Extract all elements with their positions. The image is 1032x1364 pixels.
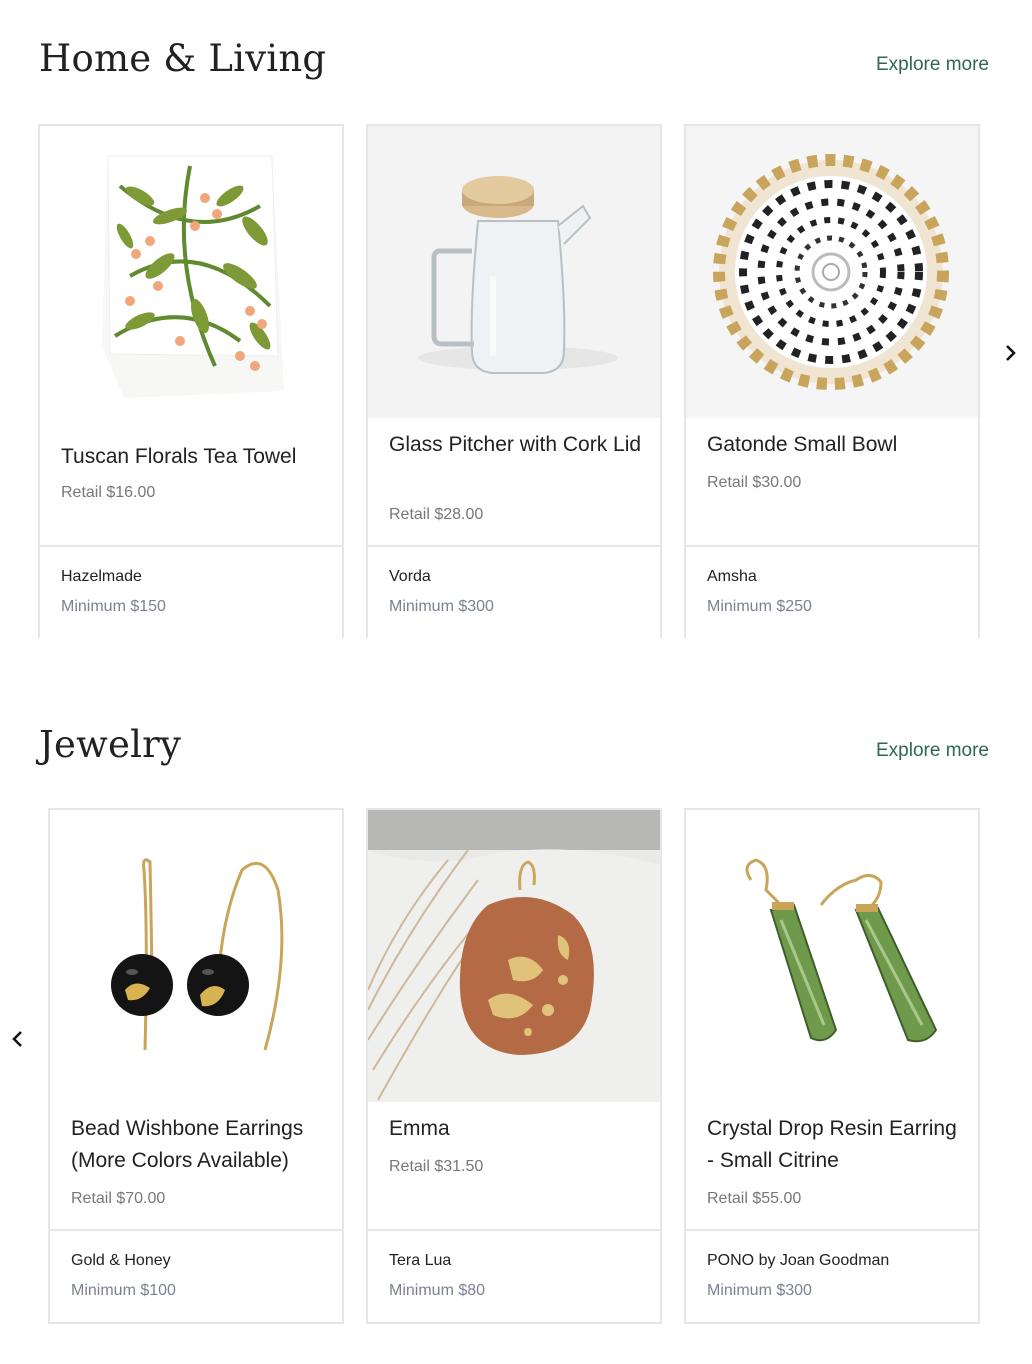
brand-minimum: Minimum $300 (707, 1282, 812, 1299)
product-retail-price: Retail $28.00 (389, 506, 484, 523)
explore-more-home-living-link[interactable]: Explore more (876, 54, 989, 76)
product-card-emma[interactable]: Emma Retail $31.50 Tera Lua Minimum $80 (366, 808, 662, 1324)
product-image-tea-towel[interactable] (40, 126, 342, 426)
brand-minimum: Minimum $100 (71, 1282, 176, 1299)
brand-minimum: Minimum $150 (61, 598, 166, 615)
card-divider (50, 1229, 342, 1231)
chevron-left-icon (12, 1031, 22, 1047)
product-name[interactable]: Tuscan Florals Tea Towel (61, 441, 324, 473)
product-card-small-bowl[interactable]: Gatonde Small Bowl Retail $30.00 Amsha M… (684, 124, 980, 638)
product-card-wishbone-earrings[interactable]: Bead Wishbone Earrings (More Colors Avai… (48, 808, 344, 1324)
product-card-tea-towel[interactable]: Tuscan Florals Tea Towel Retail $16.00 H… (38, 124, 344, 638)
brand-name[interactable]: Hazelmade (61, 568, 142, 586)
product-name[interactable]: Gatonde Small Bowl (707, 429, 960, 461)
product-retail-price: Retail $16.00 (61, 484, 156, 501)
product-name[interactable]: Bead Wishbone Earrings (More Colors Avai… (71, 1113, 324, 1177)
glass-pitcher-image (368, 126, 660, 418)
product-retail-price: Retail $30.00 (707, 474, 802, 491)
card-divider (368, 1229, 660, 1231)
card-divider (40, 545, 342, 547)
carousel-prev-button[interactable] (5, 1027, 29, 1051)
card-divider (686, 545, 978, 547)
brand-minimum: Minimum $80 (389, 1282, 486, 1299)
product-image-crystal-drop[interactable] (686, 810, 978, 1102)
product-retail-price: Retail $70.00 (71, 1190, 166, 1207)
brand-minimum: Minimum $300 (389, 598, 494, 615)
brand-name[interactable]: Amsha (707, 568, 757, 586)
product-image-emma[interactable] (368, 810, 660, 1102)
clay-earring-image (368, 810, 660, 1102)
product-image-small-bowl[interactable] (686, 126, 978, 418)
product-card-glass-pitcher[interactable]: Glass Pitcher with Cork Lid Retail $28.0… (366, 124, 662, 638)
wishbone-earrings-image (50, 810, 342, 1102)
product-card-crystal-drop[interactable]: Crystal Drop Resin Earring - Small Citri… (684, 808, 980, 1324)
brand-name[interactable]: Vorda (389, 568, 431, 586)
section-title-jewelry: Jewelry (39, 723, 182, 766)
product-image-glass-pitcher[interactable] (368, 126, 660, 418)
product-image-wishbone-earrings[interactable] (50, 810, 342, 1102)
crystal-drop-earrings-image (686, 810, 978, 1102)
product-name[interactable]: Glass Pitcher with Cork Lid (389, 429, 642, 461)
card-divider (686, 1229, 978, 1231)
explore-more-jewelry-link[interactable]: Explore more (876, 740, 989, 762)
product-name[interactable]: Emma (389, 1113, 642, 1145)
product-retail-price: Retail $55.00 (707, 1190, 802, 1207)
product-name[interactable]: Crystal Drop Resin Earring - Small Citri… (707, 1113, 960, 1177)
section-title-home-living: Home & Living (39, 37, 327, 80)
brand-minimum: Minimum $250 (707, 598, 812, 615)
brand-name[interactable]: PONO by Joan Goodman (707, 1252, 889, 1270)
carousel-next-button[interactable] (999, 341, 1023, 365)
chevron-right-icon (1006, 345, 1016, 361)
product-retail-price: Retail $31.50 (389, 1158, 484, 1175)
card-divider (368, 545, 660, 547)
woven-bowl-image (686, 126, 978, 418)
brand-name[interactable]: Tera Lua (389, 1252, 451, 1270)
tea-towel-image (102, 155, 284, 398)
brand-name[interactable]: Gold & Honey (71, 1252, 171, 1270)
